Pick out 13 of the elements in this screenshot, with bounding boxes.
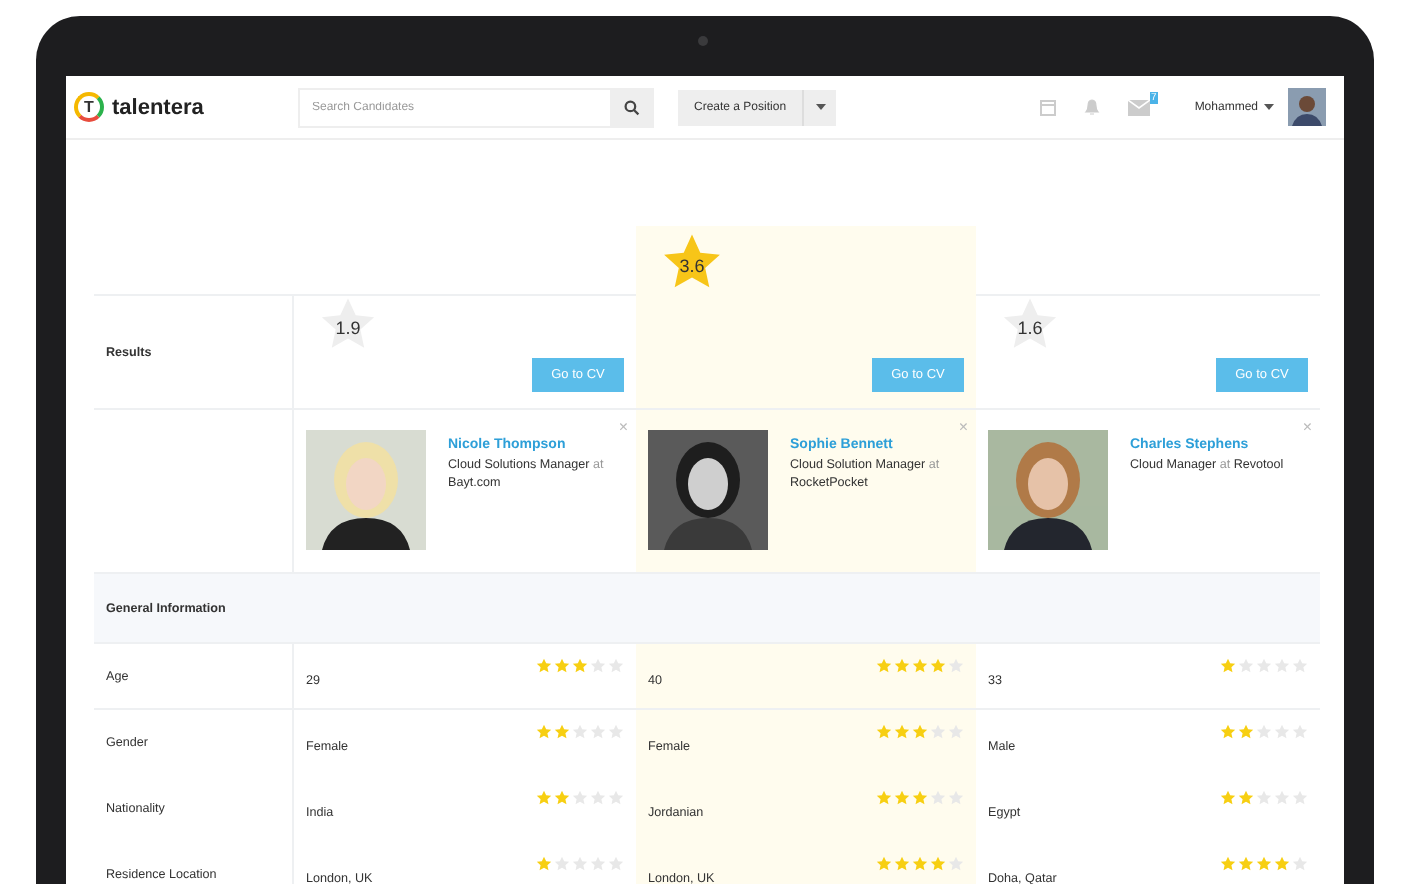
score-value: 1.9 — [335, 317, 361, 337]
camera-dot — [698, 36, 708, 46]
brand-name: talentera — [112, 95, 204, 119]
close-icon[interactable]: × — [618, 418, 628, 436]
logo-icon: T — [74, 92, 104, 122]
caret-icon — [1264, 104, 1274, 110]
close-icon[interactable]: × — [1302, 418, 1312, 436]
search-icon — [624, 99, 640, 115]
score-value: 3.6 — [679, 255, 705, 275]
score-value: 1.6 — [1017, 317, 1043, 337]
caret-icon — [815, 104, 826, 110]
search-button[interactable] — [610, 87, 654, 127]
close-icon[interactable]: × — [958, 418, 968, 436]
